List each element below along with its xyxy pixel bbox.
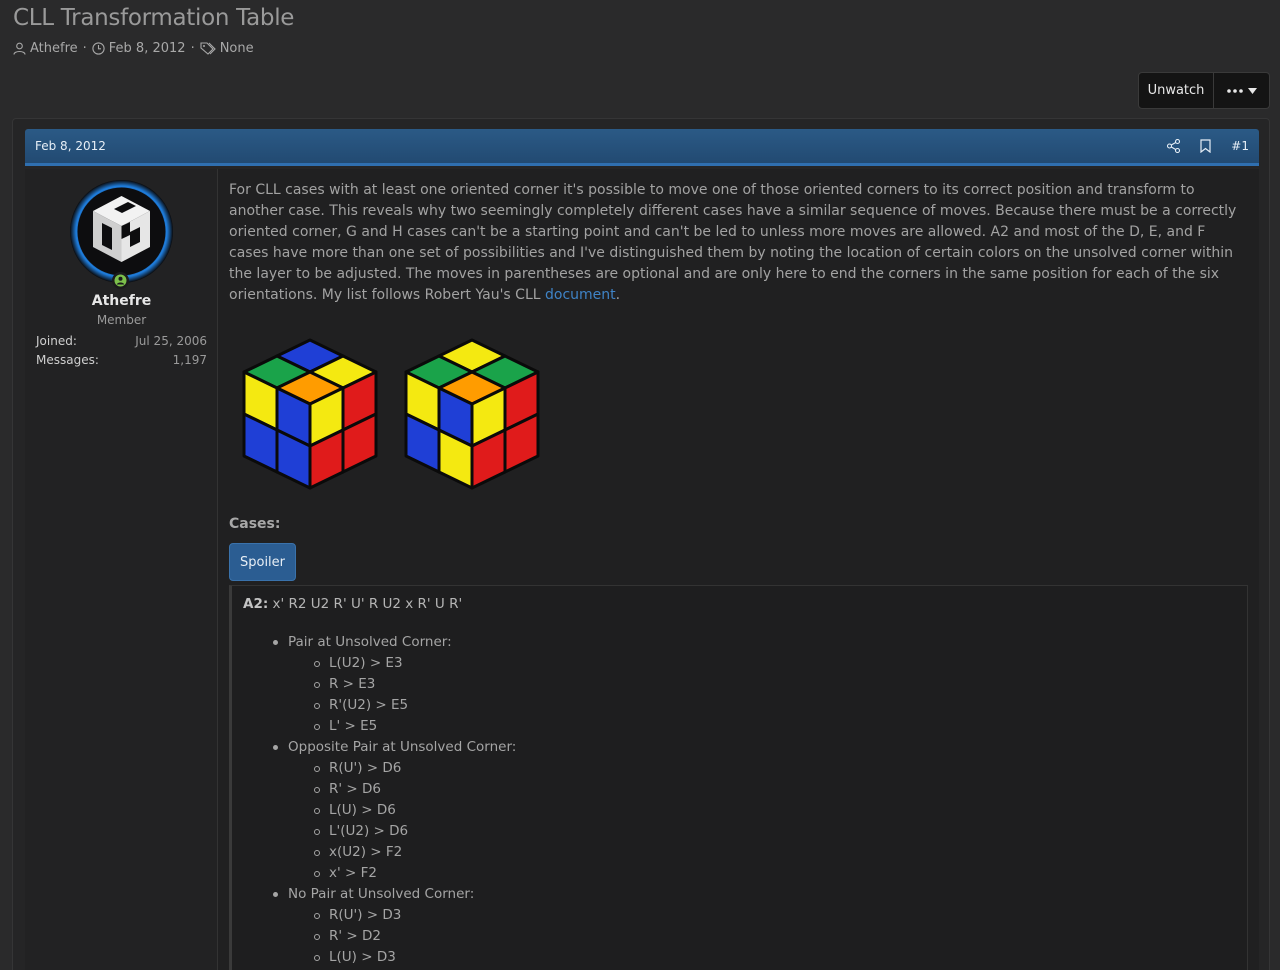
more-options-button[interactable]: [1214, 72, 1270, 109]
post-body-suffix: .: [615, 287, 621, 303]
list-item-text: L(U) > D6: [329, 802, 396, 818]
thread-tags-text: None: [219, 41, 254, 56]
list-item-text: L(U) > D3: [329, 949, 396, 965]
meta-separator: ·: [190, 41, 195, 56]
unwatch-button[interactable]: Unwatch: [1138, 72, 1214, 109]
list-item-text: L(U2) > E3: [329, 655, 403, 671]
list-group-label: Opposite Pair at Unsolved Corner:: [288, 739, 517, 755]
case-name: A2:: [243, 596, 269, 612]
cube-images: [242, 338, 540, 490]
thread-author[interactable]: Athefre: [13, 41, 78, 56]
post-date[interactable]: Feb 8, 2012: [35, 139, 106, 153]
list-item: L(U2) > E3: [270, 653, 516, 674]
bookmark-icon[interactable]: [1200, 139, 1211, 153]
stat-messages-label: Messages:: [36, 353, 99, 367]
user-icon: [13, 42, 26, 55]
list-item: L' > E5: [270, 716, 516, 737]
list-item-text: L' > E5: [329, 718, 378, 734]
list-item: L(U) > D6: [270, 800, 516, 821]
stat-joined: Joined: Jul 25, 2006: [36, 334, 207, 348]
post-message-text: For CLL cases with at least one oriented…: [229, 180, 1244, 306]
stat-joined-value: Jul 25, 2006: [135, 334, 207, 348]
ellipsis-icon: [1226, 88, 1243, 93]
user-title: Member: [96, 313, 147, 327]
case-moves: x' R2 U2 R' U' R U2 x R' U R': [272, 596, 463, 612]
username[interactable]: Athefre: [25, 293, 218, 309]
online-status-icon: [114, 274, 127, 287]
thread-date[interactable]: Feb 8, 2012: [92, 41, 186, 56]
transformation-list: Pair at Unsolved Corner: L(U2) > E3 R > …: [270, 632, 516, 968]
post-header-actions: #1: [1167, 139, 1249, 153]
cube-image-left: [242, 338, 378, 490]
thread-author-name: Athefre: [30, 41, 78, 56]
list-item: L'(U2) > D6: [270, 821, 516, 842]
user-sidebar: [25, 169, 218, 970]
list-item: R > E3: [270, 674, 516, 695]
list-item: R' > D6: [270, 779, 516, 800]
list-group: Opposite Pair at Unsolved Corner:: [270, 737, 516, 758]
thread-date-text: Feb 8, 2012: [108, 41, 186, 56]
cases-heading: Cases:: [229, 516, 281, 532]
list-item: R'(U2) > E5: [270, 695, 516, 716]
caret-down-icon: [1247, 87, 1257, 94]
list-item-text: R' > D6: [329, 781, 381, 797]
stat-joined-label: Joined:: [36, 334, 77, 348]
list-item: x' > F2: [270, 863, 516, 884]
list-group-label: Pair at Unsolved Corner:: [288, 634, 452, 650]
case-formula: A2: x' R2 U2 R' U' R U2 x R' U R': [243, 596, 462, 612]
post-body-text: For CLL cases with at least one oriented…: [229, 182, 1237, 303]
list-item-text: R(U') > D6: [329, 760, 402, 776]
list-group: No Pair at Unsolved Corner:: [270, 884, 516, 905]
avatar-image: [70, 180, 173, 283]
list-item-text: R > E3: [329, 676, 376, 692]
list-item: R' > D2: [270, 926, 516, 947]
list-group-label: No Pair at Unsolved Corner:: [288, 886, 475, 902]
stat-messages-value[interactable]: 1,197: [173, 353, 207, 367]
list-item-text: x' > F2: [329, 865, 377, 881]
list-item: L(U) > D3: [270, 947, 516, 968]
cube-image-right: [404, 338, 540, 490]
avatar[interactable]: [70, 180, 173, 283]
list-item: R(U') > D6: [270, 758, 516, 779]
spoiler-button[interactable]: Spoiler: [229, 543, 296, 581]
thread-actions: Unwatch: [1138, 72, 1270, 109]
list-item: R(U') > D3: [270, 905, 516, 926]
list-group: Pair at Unsolved Corner:: [270, 632, 516, 653]
meta-separator: ·: [82, 41, 87, 56]
post-header: Feb 8, 2012 #1: [25, 129, 1259, 166]
share-icon[interactable]: [1167, 139, 1181, 153]
stat-messages: Messages: 1,197: [36, 353, 207, 367]
list-item-text: R' > D2: [329, 928, 381, 944]
document-link[interactable]: document: [545, 287, 616, 303]
list-item-text: R(U') > D3: [329, 907, 402, 923]
list-item-text: R'(U2) > E5: [329, 697, 409, 713]
thread-meta: Athefre · Feb 8, 2012 · None: [13, 41, 254, 56]
online-status-indicator: [112, 272, 129, 289]
list-item-text: L'(U2) > D6: [329, 823, 409, 839]
tag-icon: [200, 42, 216, 55]
clock-icon: [92, 42, 105, 55]
page-title: CLL Transformation Table: [13, 5, 295, 31]
list-item-text: x(U2) > F2: [329, 844, 403, 860]
list-item: x(U2) > F2: [270, 842, 516, 863]
post-number-link[interactable]: #1: [1231, 139, 1249, 153]
thread-tags: None: [200, 41, 254, 56]
